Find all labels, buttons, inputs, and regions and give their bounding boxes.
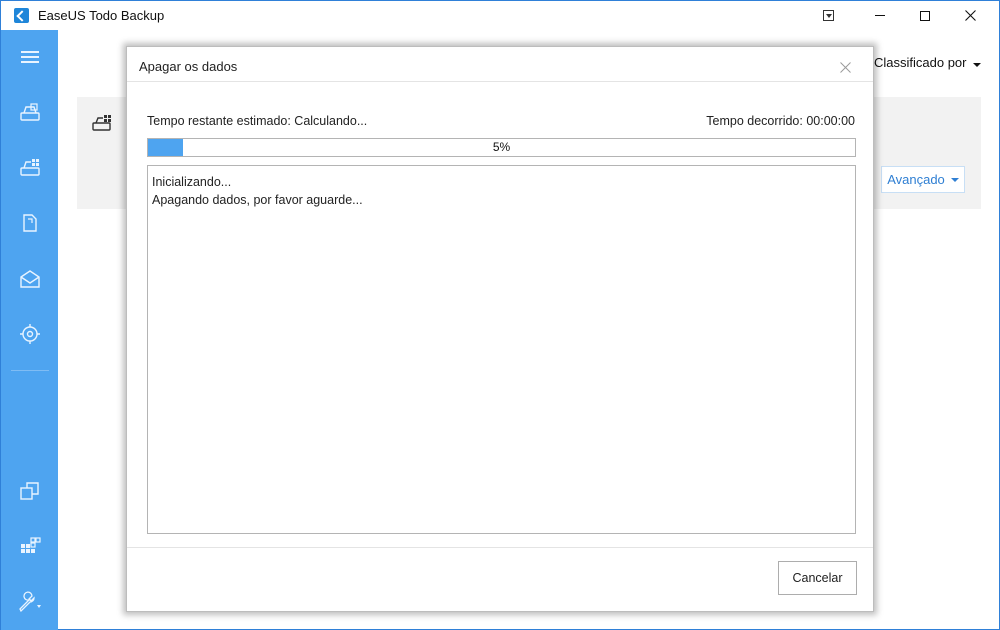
minimize-button[interactable]	[857, 1, 903, 30]
maximize-icon	[920, 10, 930, 21]
minimize-icon	[875, 15, 885, 16]
disk-backup-icon[interactable]	[17, 100, 43, 126]
dialog-title: Apagar os dados	[139, 59, 238, 74]
smart-backup-icon[interactable]	[17, 321, 43, 347]
title-bar: EaseUS Todo Backup	[1, 1, 999, 30]
file-backup-icon[interactable]	[17, 211, 43, 237]
close-icon	[964, 10, 976, 21]
menu-dropdown-icon	[822, 10, 834, 21]
advanced-button[interactable]: Avançado	[881, 166, 965, 193]
estimated-time-label: Tempo restante estimado: Calculando...	[147, 114, 368, 128]
drive-icon	[91, 114, 113, 137]
maximize-button[interactable]	[902, 1, 948, 30]
system-backup-icon[interactable]	[17, 155, 43, 181]
sort-by-label: Classificado por	[874, 55, 967, 70]
clone-icon[interactable]	[17, 478, 43, 504]
wipe-data-dialog: Apagar os dados Tempo restante estimado:…	[126, 46, 874, 612]
advanced-label: Avançado	[887, 172, 945, 187]
dialog-divider	[127, 81, 873, 82]
sort-by-dropdown[interactable]: Classificado por	[874, 55, 981, 70]
chevron-down-icon	[950, 177, 959, 182]
log-line: Apagando dados, por favor aguarde...	[152, 193, 363, 207]
app-window: EaseUS Todo Backup Classificado por Avan…	[0, 0, 1000, 630]
progress-percent: 5%	[492, 140, 511, 154]
progress-bar: 5%	[147, 138, 856, 157]
close-window-button[interactable]	[947, 1, 993, 30]
tools-grid-icon[interactable]	[17, 532, 43, 558]
log-output: Inicializando... Apagando dados, por fav…	[147, 165, 856, 534]
cancel-button[interactable]: Cancelar	[778, 561, 857, 595]
chevron-down-icon	[972, 63, 981, 67]
dialog-footer-divider	[127, 547, 873, 548]
sidebar-divider	[11, 370, 49, 371]
sidebar	[1, 30, 58, 630]
app-title: EaseUS Todo Backup	[38, 8, 165, 23]
log-line: Inicializando...	[152, 175, 232, 189]
dialog-close-button[interactable]	[833, 55, 857, 79]
elapsed-time-label: Tempo decorrido: 00:00:00	[706, 114, 855, 128]
mail-backup-icon[interactable]	[17, 266, 43, 292]
close-icon	[839, 61, 851, 73]
titlebar-menu-button[interactable]	[805, 1, 851, 30]
wrench-settings-icon[interactable]	[17, 588, 43, 614]
hamburger-menu-icon[interactable]	[17, 44, 43, 70]
easeus-logo-icon	[14, 8, 29, 23]
